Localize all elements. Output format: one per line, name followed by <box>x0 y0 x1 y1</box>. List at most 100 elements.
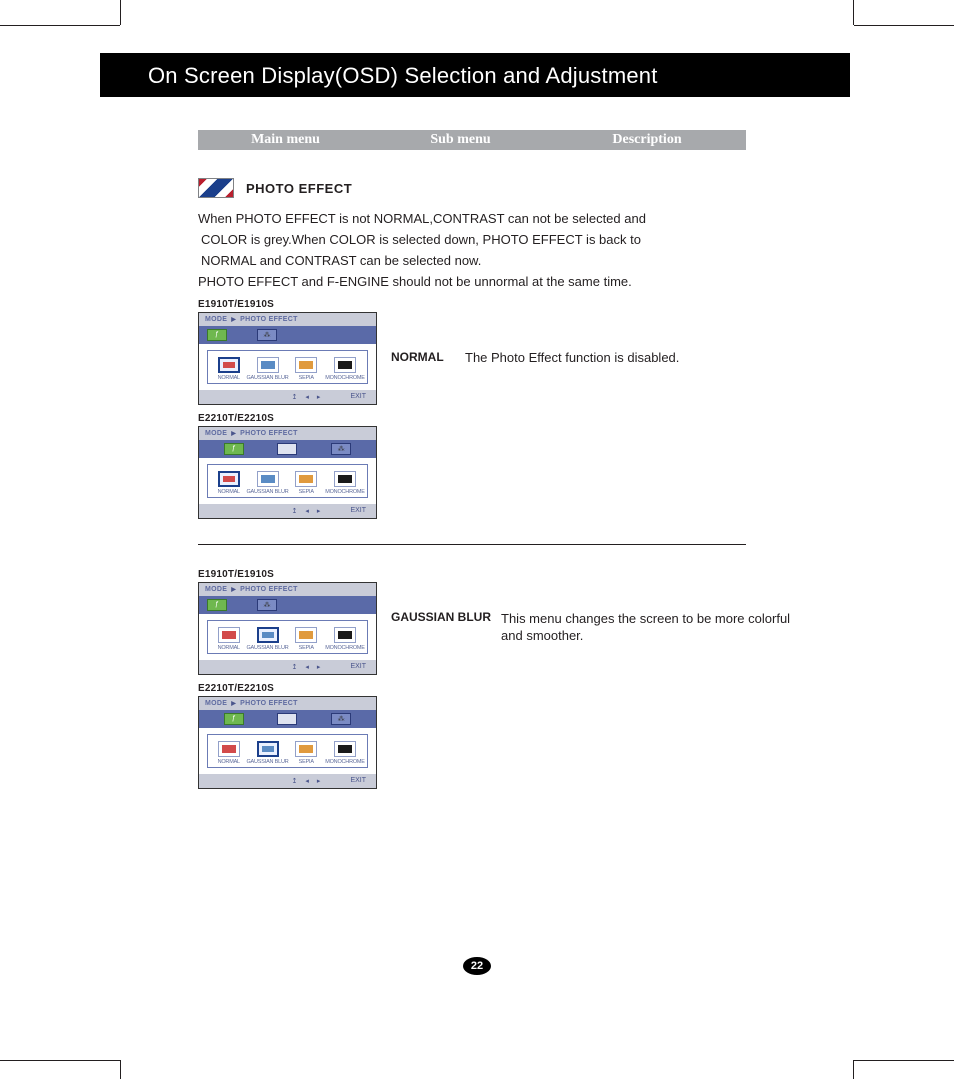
option-label: GAUSSIAN BLUR <box>246 375 288 381</box>
section-title: PHOTO EFFECT <box>246 181 352 196</box>
option-label: GAUSSIAN BLUR <box>246 645 288 651</box>
sepia-option-icon <box>295 627 317 643</box>
sepia-option-icon <box>295 471 317 487</box>
up-icon: ↥ <box>292 777 298 785</box>
right-icon: ▸ <box>317 663 321 671</box>
normal-option-icon <box>218 741 240 757</box>
osd-title: PHOTO EFFECT <box>240 316 298 323</box>
right-icon: ▸ <box>317 393 321 401</box>
option-label: GAUSSIAN BLUR <box>246 759 288 765</box>
photo-effect-section: PHOTO EFFECT When PHOTO EFFECT is not NO… <box>198 178 850 519</box>
column-header-bar: Main menu Sub menu Description <box>198 130 746 150</box>
photo-effect-tab-icon: ⁂ <box>331 713 351 725</box>
body-text: NORMAL and CONTRAST can be selected now. <box>198 252 758 269</box>
left-icon: ◂ <box>305 393 309 401</box>
gaussian-blur-option-icon <box>257 357 279 373</box>
exit-label: EXIT <box>350 663 366 670</box>
osd-title: PHOTO EFFECT <box>240 700 298 707</box>
flag-icon <box>198 178 234 198</box>
gaussian-blur-option-icon <box>257 627 279 643</box>
submenu-name: NORMAL <box>391 350 455 367</box>
left-icon: ◂ <box>305 507 309 515</box>
normal-option-icon <box>218 627 240 643</box>
chevron-right-icon: ▶ <box>231 586 236 593</box>
option-label: GAUSSIAN BLUR <box>246 489 288 495</box>
option-label: MONOCHROME <box>325 489 365 495</box>
chevron-right-icon: ▶ <box>231 316 236 323</box>
middle-tab-icon <box>277 713 297 725</box>
osd-mode-label: MODE <box>205 700 227 707</box>
option-label: SEPIA <box>299 489 314 495</box>
option-label: NORMAL <box>218 375 240 381</box>
exit-label: EXIT <box>350 393 366 400</box>
osd-screenshot: MODE ▶ PHOTO EFFECT ƒ ⁂ NORMAL GAUSSIAN … <box>198 582 377 675</box>
col-description: Description <box>548 132 746 148</box>
section-divider <box>198 544 746 545</box>
monochrome-option-icon <box>334 357 356 373</box>
model-label: E2210T/E2210S <box>198 413 850 424</box>
osd-mode-label: MODE <box>205 586 227 593</box>
option-label: MONOCHROME <box>325 645 365 651</box>
exit-label: EXIT <box>350 507 366 514</box>
normal-option-icon <box>218 471 240 487</box>
up-icon: ↥ <box>292 663 298 671</box>
col-main-menu: Main menu <box>198 132 373 148</box>
crop-mark <box>853 1060 854 1079</box>
option-label: SEPIA <box>299 645 314 651</box>
fengine-tab-icon: ƒ <box>207 329 227 341</box>
photo-effect-tab-icon: ⁂ <box>257 329 277 341</box>
body-text: COLOR is grey.When COLOR is selected dow… <box>198 231 758 248</box>
page-body: On Screen Display(OSD) Selection and Adj… <box>100 53 850 789</box>
fengine-tab-icon: ƒ <box>224 443 244 455</box>
option-label: NORMAL <box>218 489 240 495</box>
body-text: PHOTO EFFECT and F-ENGINE should not be … <box>198 273 758 290</box>
sepia-option-icon <box>295 357 317 373</box>
description-text: The Photo Effect function is disabled. <box>465 350 679 367</box>
up-icon: ↥ <box>292 393 298 401</box>
description-text: This menu changes the screen to be more … <box>501 611 801 645</box>
model-label: E1910T/E1910S <box>198 569 850 580</box>
page-title-banner: On Screen Display(OSD) Selection and Adj… <box>100 53 850 97</box>
right-icon: ▸ <box>317 777 321 785</box>
osd-screenshot: MODE ▶ PHOTO EFFECT ƒ ⁂ NORMAL GAUSSIAN … <box>198 426 377 519</box>
option-label: NORMAL <box>218 645 240 651</box>
crop-mark <box>120 0 121 25</box>
fengine-tab-icon: ƒ <box>207 599 227 611</box>
middle-tab-icon <box>277 443 297 455</box>
option-label: SEPIA <box>299 375 314 381</box>
left-icon: ◂ <box>305 777 309 785</box>
osd-mode-label: MODE <box>205 316 227 323</box>
crop-mark <box>0 25 120 26</box>
osd-screenshot: MODE ▶ PHOTO EFFECT ƒ ⁂ NORMAL GAUSSIAN … <box>198 312 377 405</box>
up-icon: ↥ <box>292 507 298 515</box>
osd-mode-label: MODE <box>205 430 227 437</box>
chevron-right-icon: ▶ <box>231 430 236 437</box>
crop-mark <box>120 1060 121 1079</box>
normal-option-icon <box>218 357 240 373</box>
osd-screenshot: MODE ▶ PHOTO EFFECT ƒ ⁂ NORMAL GAUSSIAN … <box>198 696 377 789</box>
monochrome-option-icon <box>334 627 356 643</box>
option-label: SEPIA <box>299 759 314 765</box>
option-label: MONOCHROME <box>325 759 365 765</box>
monochrome-option-icon <box>334 471 356 487</box>
gaussian-blur-option-icon <box>257 741 279 757</box>
option-label: MONOCHROME <box>325 375 365 381</box>
model-label: E2210T/E2210S <box>198 683 850 694</box>
chevron-right-icon: ▶ <box>231 700 236 707</box>
crop-mark <box>0 1060 120 1061</box>
exit-label: EXIT <box>350 777 366 784</box>
osd-title: PHOTO EFFECT <box>240 586 298 593</box>
col-sub-menu: Sub menu <box>373 132 548 148</box>
submenu-name: GAUSSIAN BLUR <box>391 611 491 645</box>
sepia-option-icon <box>295 741 317 757</box>
fengine-tab-icon: ƒ <box>224 713 244 725</box>
monochrome-option-icon <box>334 741 356 757</box>
right-icon: ▸ <box>317 507 321 515</box>
osd-title: PHOTO EFFECT <box>240 430 298 437</box>
photo-effect-tab-icon: ⁂ <box>257 599 277 611</box>
left-icon: ◂ <box>305 663 309 671</box>
model-label: E1910T/E1910S <box>198 299 850 310</box>
crop-mark <box>853 0 854 25</box>
crop-mark <box>854 1060 954 1061</box>
body-text: When PHOTO EFFECT is not NORMAL,CONTRAST… <box>198 210 758 227</box>
